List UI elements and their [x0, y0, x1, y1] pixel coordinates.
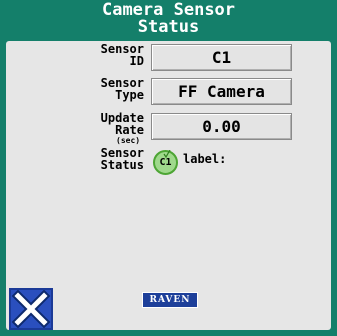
- camera-sensor-status-window: Camera Sensor Status Sensor ID C1 Sensor…: [0, 0, 337, 336]
- sensor-status-label: Sensor Status: [66, 147, 144, 171]
- update-rate-unit: (sec): [116, 136, 141, 145]
- sensor-type-label-line2: Type: [115, 88, 144, 102]
- sensor-status-badge: C1: [153, 150, 178, 175]
- update-rate-field[interactable]: 0.00: [151, 113, 292, 140]
- window-title-line2: Status: [137, 17, 200, 37]
- sensor-id-label-line2: ID: [129, 54, 144, 68]
- sensor-id-label: Sensor ID: [66, 43, 144, 67]
- sensor-id-field[interactable]: C1: [151, 44, 292, 71]
- raven-logo: RAVEN: [142, 292, 198, 308]
- close-button[interactable]: [9, 288, 53, 330]
- update-rate-label: Update Rate: [66, 112, 144, 136]
- sensor-type-field[interactable]: FF Camera: [151, 78, 292, 105]
- sensor-type-label: Sensor Type: [66, 77, 144, 101]
- update-rate-label-line2: Rate: [115, 123, 144, 137]
- content-panel: Sensor ID C1 Sensor Type FF Camera Updat…: [6, 41, 331, 330]
- sensor-status-label-line2: Status: [100, 158, 144, 172]
- sensor-status-badge-text: C1: [159, 157, 172, 168]
- close-x-icon: [11, 289, 51, 329]
- sensor-status-text: label:: [183, 152, 227, 166]
- window-title: Camera Sensor Status: [0, 0, 337, 40]
